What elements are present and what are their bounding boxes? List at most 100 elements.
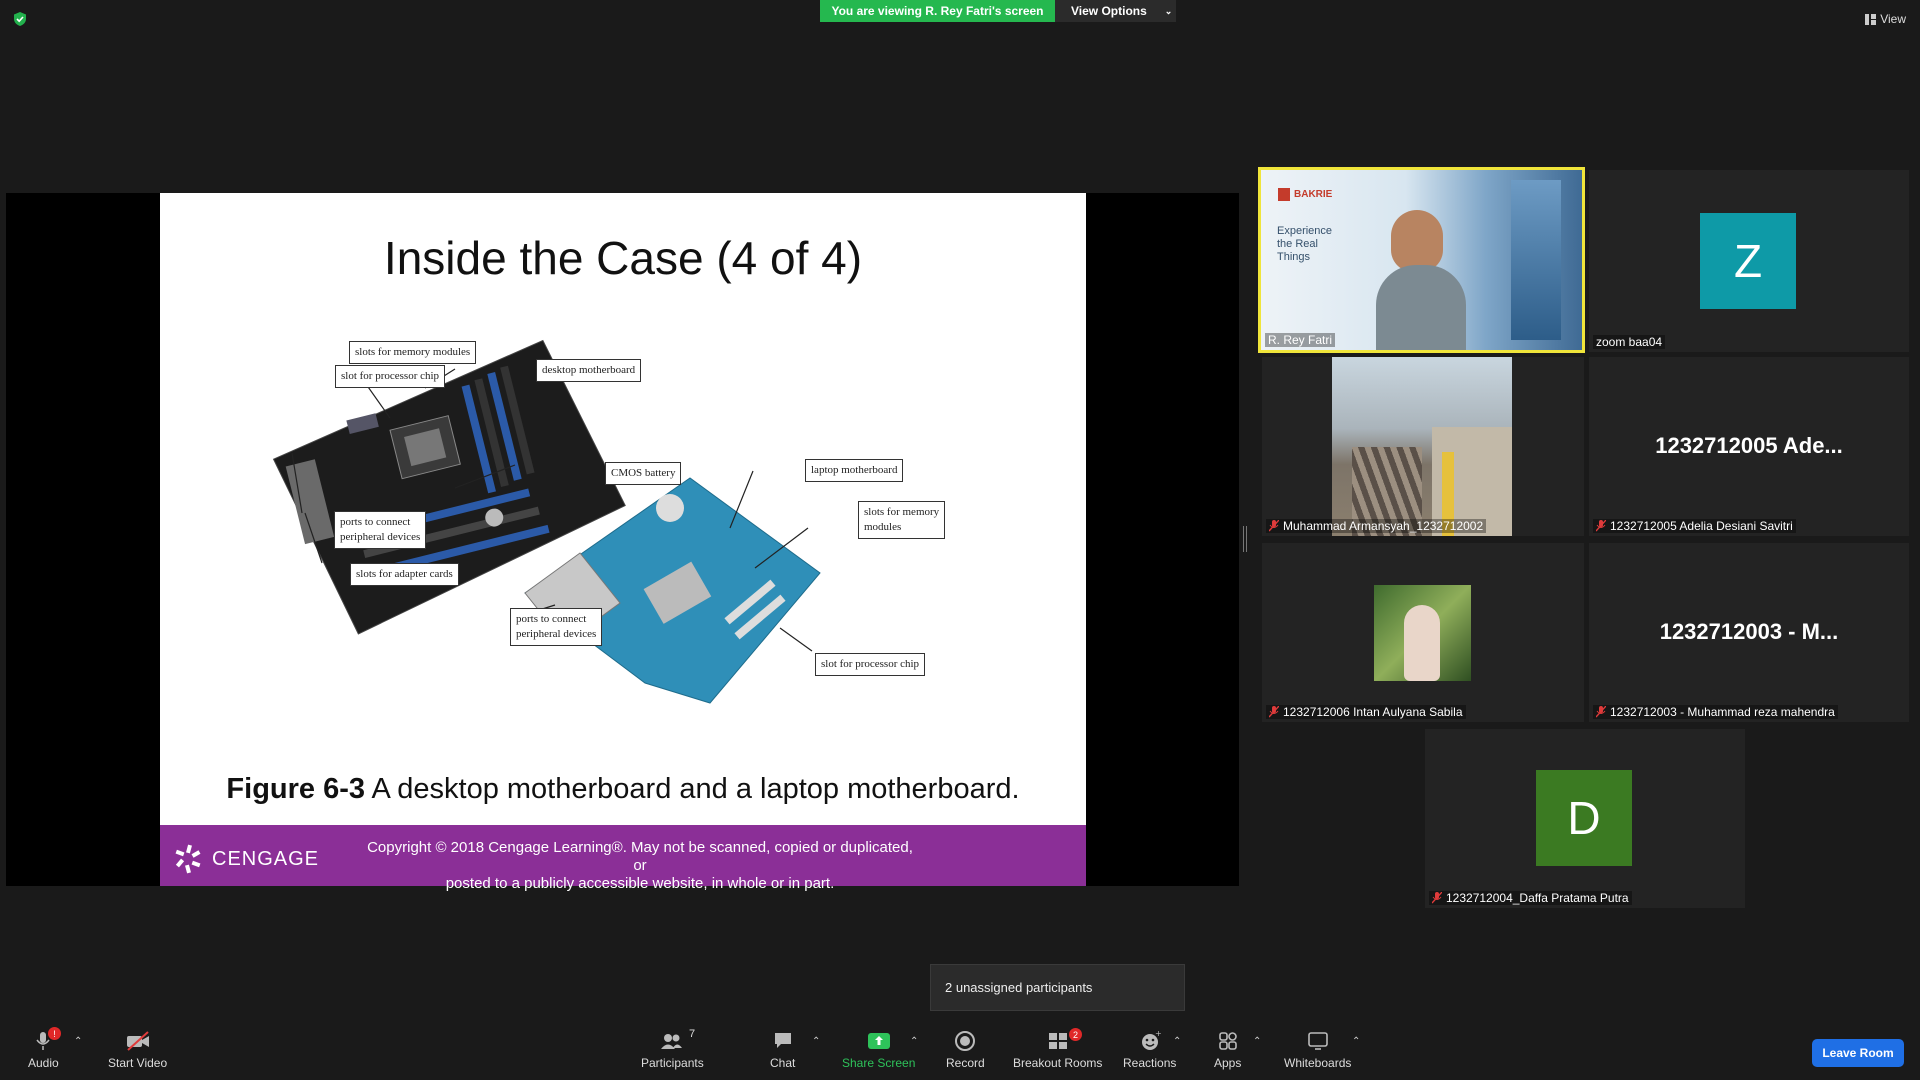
callout-slots-memory-laptop: slots for memory modules bbox=[858, 501, 946, 539]
motherboard-figure: slots for memory modules slot for proces… bbox=[250, 323, 970, 793]
share-screen-button[interactable]: Share Screen bbox=[842, 1030, 915, 1070]
tagline-line: Experience bbox=[1277, 225, 1333, 237]
participant-name: 1232712003 - Muhammad reza mahendra bbox=[1610, 705, 1835, 719]
motherboard-illustration bbox=[272, 339, 821, 704]
participant-name: R. Rey Fatri bbox=[1265, 333, 1336, 347]
audio-options-caret-icon[interactable]: ⌃ bbox=[74, 1036, 82, 1047]
participants-icon bbox=[661, 1034, 683, 1049]
reactions-button[interactable]: + Reactions bbox=[1123, 1030, 1176, 1070]
slide-title: Inside the Case (4 of 4) bbox=[383, 232, 863, 284]
speaker-background-tagline: Experience the Real Things bbox=[1277, 225, 1332, 264]
participants-count: 7 bbox=[689, 1028, 696, 1040]
participant-tile[interactable]: Z zoom baa04 bbox=[1589, 170, 1909, 352]
bakrie-label: BAKRIE bbox=[1294, 189, 1333, 200]
presentation-slide: Inside the Case (4 of 4) slots for memor… bbox=[160, 193, 1086, 892]
record-label: Record bbox=[946, 1056, 985, 1070]
apps-icon bbox=[1218, 1032, 1237, 1050]
mic-muted-icon bbox=[1269, 520, 1279, 532]
callout-laptop-motherboard: laptop motherboard bbox=[805, 459, 904, 482]
participant-label: 1232712005 Adelia Desiani Savitri bbox=[1593, 519, 1796, 533]
participant-name: 1232712006 Intan Aulyana Sabila bbox=[1283, 705, 1463, 719]
reactions-options-caret-icon[interactable]: ⌃ bbox=[1173, 1036, 1181, 1047]
start-video-button[interactable]: Start Video bbox=[108, 1030, 167, 1070]
chat-options-caret-icon[interactable]: ⌃ bbox=[812, 1036, 820, 1047]
participant-photo bbox=[1374, 585, 1471, 681]
slide-footer: CENGAGE Copyright © 2018 Cengage Learnin… bbox=[160, 825, 1086, 892]
participant-label: 1232712004_Daffa Pratama Putra bbox=[1429, 891, 1632, 905]
leave-room-button[interactable]: Leave Room bbox=[1812, 1039, 1904, 1067]
zoom-meeting-window: You are viewing R. Rey Fatri's screen Vi… bbox=[0, 0, 1920, 1080]
copyright-line: Copyright © 2018 Cengage Learning®. May … bbox=[367, 839, 913, 874]
breakout-count-badge: 2 bbox=[1069, 1028, 1082, 1041]
tagline-line: the Real bbox=[1277, 238, 1318, 250]
callout-slots-adapter: slots for adapter cards bbox=[350, 563, 459, 586]
participant-name: 1232712004_Daffa Pratama Putra bbox=[1446, 891, 1629, 905]
cengage-wordmark: CENGAGE bbox=[212, 847, 320, 870]
audio-label: Audio bbox=[28, 1056, 59, 1070]
participants-button[interactable]: Participants 7 bbox=[641, 1028, 704, 1070]
video-off-icon bbox=[126, 1031, 149, 1051]
chat-button[interactable]: Chat bbox=[770, 1030, 795, 1070]
participant-tile[interactable]: 1232712006 Intan Aulyana Sabila bbox=[1262, 543, 1584, 722]
view-button[interactable]: View bbox=[1865, 12, 1906, 26]
viewing-screen-banner: You are viewing R. Rey Fatri's screen bbox=[820, 0, 1055, 22]
audio-button[interactable]: Audio ! bbox=[28, 1027, 61, 1070]
participant-name: zoom baa04 bbox=[1593, 335, 1666, 349]
share-options-caret-icon[interactable]: ⌃ bbox=[910, 1036, 918, 1047]
copyright-notice: Copyright © 2018 Cengage Learning®. May … bbox=[360, 839, 920, 893]
unassigned-participants-popup[interactable]: 2 unassigned participants bbox=[930, 964, 1185, 1011]
person-figure bbox=[1404, 605, 1440, 681]
participant-tile[interactable]: D 1232712004_Daffa Pratama Putra bbox=[1425, 729, 1745, 908]
security-shield-icon[interactable] bbox=[12, 11, 28, 27]
bakrie-logo: BAKRIE bbox=[1278, 188, 1332, 201]
chat-label: Chat bbox=[770, 1056, 796, 1070]
participant-display-name: 1232712005 Ade... bbox=[1655, 433, 1843, 458]
breakout-rooms-icon bbox=[1048, 1033, 1067, 1049]
copyright-line: posted to a publicly accessible website,… bbox=[445, 875, 835, 892]
record-icon bbox=[955, 1031, 976, 1051]
participant-tile[interactable]: Muhammad Armansyah_1232712002 bbox=[1262, 357, 1584, 536]
participant-name: Muhammad Armansyah_1232712002 bbox=[1283, 519, 1484, 533]
callout-slots-memory-desktop: slots for memory modules bbox=[349, 341, 477, 364]
record-button[interactable]: Record bbox=[946, 1030, 985, 1070]
participants-label: Participants bbox=[641, 1056, 704, 1070]
callout-ports-laptop: ports to connect peripheral devices bbox=[510, 608, 603, 646]
mic-muted-icon bbox=[1596, 706, 1606, 718]
audio-warning-badge: ! bbox=[48, 1027, 61, 1040]
shared-screen[interactable]: Inside the Case (4 of 4) slots for memor… bbox=[6, 193, 1239, 892]
callout-slot-processor-desktop: slot for processor chip bbox=[335, 365, 446, 388]
tagline-line: Things bbox=[1277, 251, 1311, 263]
avatar: D bbox=[1536, 770, 1632, 866]
breakout-rooms-label: Breakout Rooms bbox=[1013, 1056, 1103, 1070]
whiteboards-options-caret-icon[interactable]: ⌃ bbox=[1352, 1036, 1360, 1047]
callout-line: peripheral devices bbox=[340, 531, 421, 543]
cengage-logo: CENGAGE bbox=[174, 844, 319, 874]
speaker-face bbox=[1391, 210, 1443, 272]
chat-icon bbox=[774, 1033, 791, 1048]
share-screen-label: Share Screen bbox=[842, 1056, 916, 1070]
meeting-toolbar: Audio ! ⌃ Start Video Participants 7 Cha… bbox=[0, 1020, 1920, 1080]
apps-options-caret-icon[interactable]: ⌃ bbox=[1253, 1036, 1261, 1047]
callout-ports-desktop: ports to connect peripheral devices bbox=[334, 511, 427, 549]
callout-desktop-motherboard: desktop motherboard bbox=[536, 359, 642, 382]
participant-tile[interactable]: 1232712005 Ade... 1232712005 Adelia Desi… bbox=[1589, 357, 1909, 536]
resize-splitter[interactable] bbox=[1243, 526, 1247, 552]
participant-tile[interactable]: 1232712003 - M... 1232712003 - Muhammad … bbox=[1589, 543, 1909, 722]
speaker-video-tile[interactable]: BAKRIE Experience the Real Things R. Rey… bbox=[1258, 167, 1585, 353]
speaker-shirt bbox=[1376, 265, 1466, 350]
svg-text:+: + bbox=[1155, 1030, 1161, 1038]
whiteboard-icon bbox=[1307, 1032, 1328, 1050]
participant-name: 1232712005 Adelia Desiani Savitri bbox=[1610, 519, 1793, 533]
reactions-label: Reactions bbox=[1123, 1056, 1177, 1070]
view-label: View bbox=[1880, 12, 1906, 26]
apps-button[interactable]: Apps bbox=[1214, 1030, 1241, 1070]
whiteboards-button[interactable]: Whiteboards bbox=[1284, 1030, 1351, 1070]
breakout-rooms-button[interactable]: Breakout Rooms 2 bbox=[1013, 1028, 1103, 1070]
mic-muted-icon bbox=[1432, 892, 1442, 904]
view-options-button[interactable]: View Options ⌄ bbox=[1055, 0, 1176, 22]
chevron-down-icon: ⌄ bbox=[1164, 5, 1173, 16]
avatar: Z bbox=[1700, 213, 1796, 309]
participant-video bbox=[1332, 357, 1512, 536]
tower-building bbox=[1511, 180, 1561, 340]
callout-line: modules bbox=[864, 521, 902, 533]
